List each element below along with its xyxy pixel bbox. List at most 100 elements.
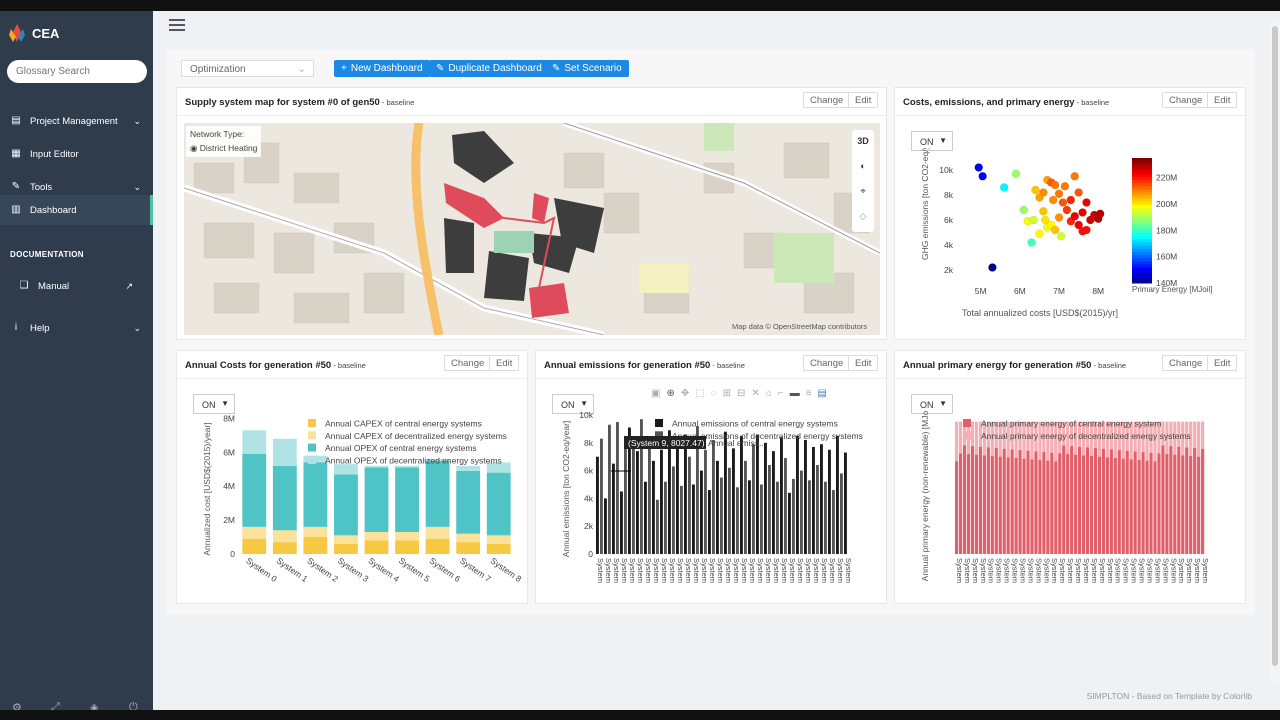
colorbar-segment xyxy=(1132,214,1152,218)
colorbar-segment xyxy=(1132,223,1152,228)
colorbar-segment xyxy=(1132,273,1152,278)
x-tick-label: System xyxy=(955,558,964,583)
colorbar-segment xyxy=(1132,211,1152,215)
y-tick-label: 6k xyxy=(584,466,594,476)
primary-energy-bar-central xyxy=(1109,449,1113,554)
emission-bar xyxy=(820,444,823,554)
colorbar-segment xyxy=(1132,261,1152,265)
scrollbar[interactable] xyxy=(1270,22,1280,682)
x-axis-title: Total annualized costs [USD$(2015)/yr] xyxy=(962,308,1118,318)
pencil-icon: ✎ xyxy=(552,63,561,74)
primary-energy-bar-chart[interactable]: SystemSystemSystemSystemSystemSystemSyst… xyxy=(895,411,1245,603)
x-tick-label: System xyxy=(812,558,821,583)
stacked-bar-segment xyxy=(272,465,297,531)
scatter-point xyxy=(1050,180,1060,190)
colorbar-segment xyxy=(1132,198,1152,203)
stacked-bar-segment xyxy=(334,535,358,544)
change-button[interactable]: Change xyxy=(803,355,851,371)
primary-energy-bar-central xyxy=(1125,450,1129,554)
set-scenario-button[interactable]: ✎ Set Scenario xyxy=(545,60,629,77)
sidebar-item-help[interactable]: i Help ⌄ xyxy=(0,313,153,343)
network-type-legend: Network Type: ◉ District Heating xyxy=(186,126,262,157)
glossary-search-input[interactable] xyxy=(7,60,147,83)
chevron-down-icon: ⌄ xyxy=(297,64,306,75)
primary-energy-bar-decentral xyxy=(970,421,975,447)
edit-button[interactable]: Edit xyxy=(489,355,520,371)
primary-energy-bar-decentral xyxy=(958,421,963,454)
primary-energy-bar-central xyxy=(1181,455,1185,554)
legend-label: Annual primary energy of decentralized e… xyxy=(981,431,1191,441)
stacked-bar-segment xyxy=(456,465,481,471)
primary-energy-bar-decentral xyxy=(1193,421,1197,449)
change-button[interactable]: Change xyxy=(1162,92,1210,108)
edit-button[interactable]: Edit xyxy=(848,92,879,108)
change-button[interactable]: Change xyxy=(803,92,851,108)
footer-credit: SIMPLTON - Based on Template by Colorlib xyxy=(1086,691,1252,701)
brand[interactable]: CEA xyxy=(8,21,59,45)
primary-energy-bar-central xyxy=(1066,454,1070,554)
duplicate-dashboard-button[interactable]: ✎ Duplicate Dashboard xyxy=(429,60,549,77)
edit-button[interactable]: Edit xyxy=(848,355,879,371)
x-tick-label: System xyxy=(963,558,972,583)
edit-button[interactable]: Edit xyxy=(1207,92,1238,108)
stacked-bar-segment xyxy=(364,540,389,554)
emission-bar xyxy=(684,434,687,554)
primary-energy-bar-central xyxy=(1153,461,1157,554)
primary-energy-bar-central xyxy=(1081,455,1086,554)
change-button[interactable]: Change xyxy=(444,355,492,371)
primary-energy-bar-decentral xyxy=(1201,421,1205,449)
stacked-bar-segment xyxy=(272,530,297,543)
x-tick-label: System xyxy=(1058,558,1067,583)
primary-energy-bar-central xyxy=(978,446,982,554)
x-tick-label: System xyxy=(636,558,645,583)
emission-bar xyxy=(644,481,647,554)
layers-icon[interactable]: ◇ xyxy=(852,205,874,230)
map-attribution: Map data © OpenStreetMap contributors xyxy=(732,322,867,331)
colorbar-segment xyxy=(1132,186,1152,190)
x-tick-label: System xyxy=(1098,558,1107,583)
new-dashboard-button[interactable]: + New Dashboard xyxy=(334,60,430,77)
stacked-bar-segment xyxy=(242,453,267,527)
contrast-icon[interactable]: ◐ xyxy=(852,155,874,180)
bar-chart-icon: ▥ xyxy=(11,204,21,215)
x-tick-label: System xyxy=(716,558,725,583)
home-icon: ⌂ xyxy=(765,388,778,399)
button-label: Set Scenario xyxy=(564,63,622,74)
emission-bar xyxy=(760,484,763,554)
legend-label: Annual CAPEX of central energy systems xyxy=(325,419,482,429)
x-tick-label: System xyxy=(668,558,677,583)
x-tick-label: System 8 xyxy=(489,555,524,584)
sidebar-item-label: Help xyxy=(30,322,50,334)
scatter-chart[interactable]: 2k 4k 6k 8k 10k 5M 6M 7M 8M Total annualized cost… xyxy=(895,148,1245,338)
edit-button[interactable]: Edit xyxy=(1207,355,1238,371)
legend-swatch xyxy=(963,431,971,440)
map-3d-button[interactable]: 3D xyxy=(852,130,874,155)
change-button[interactable]: Change xyxy=(1162,355,1210,371)
dashboard-select[interactable]: Optimization ⌄ xyxy=(181,60,314,77)
colorbar-segment xyxy=(1132,226,1152,231)
hamburger-menu-icon[interactable] xyxy=(169,19,185,33)
emission-bar xyxy=(776,481,779,554)
emission-bar xyxy=(704,449,707,554)
sidebar-item-input-editor[interactable]: ▦ Input Editor xyxy=(0,139,153,169)
sidebar-item-project-management[interactable]: ▤ Project Management ⌄ xyxy=(0,106,153,136)
sidebar-item-dashboard[interactable]: ▥ Dashboard xyxy=(0,195,153,225)
stacked-bar-segment xyxy=(334,474,358,536)
locate-icon[interactable]: ⌖ xyxy=(852,180,874,205)
primary-energy-bar-central xyxy=(1085,447,1090,554)
costs-bar-chart[interactable]: 02M4M6M8MSystem 0System 1System 2System … xyxy=(177,411,527,603)
x-tick-label: 8M xyxy=(1092,286,1104,296)
emission-bar xyxy=(788,492,791,554)
bottom-bezel xyxy=(0,710,1280,720)
primary-energy-bar-central xyxy=(1157,453,1161,554)
stacked-bar-segment xyxy=(334,543,358,554)
emission-bar xyxy=(636,451,639,554)
emissions-bar-chart[interactable]: 02k4k6k8k10kSystem System System System Syst… xyxy=(536,411,886,603)
plotly-modebar[interactable]: ▣⊕✥⬚◌⊞⊟✕⌂⌐▬≡▤ xyxy=(651,388,833,399)
x-tick-label: System xyxy=(692,558,701,583)
primary-energy-bar-central xyxy=(1129,459,1133,554)
sidebar-item-manual[interactable]: ❑ Manual ↗ xyxy=(0,271,153,301)
stacked-bar-segment xyxy=(303,526,328,538)
network-type-option[interactable]: ◉ District Heating xyxy=(190,143,257,154)
supply-system-map[interactable]: Map data © OpenStreetMap contributors xyxy=(184,123,880,335)
